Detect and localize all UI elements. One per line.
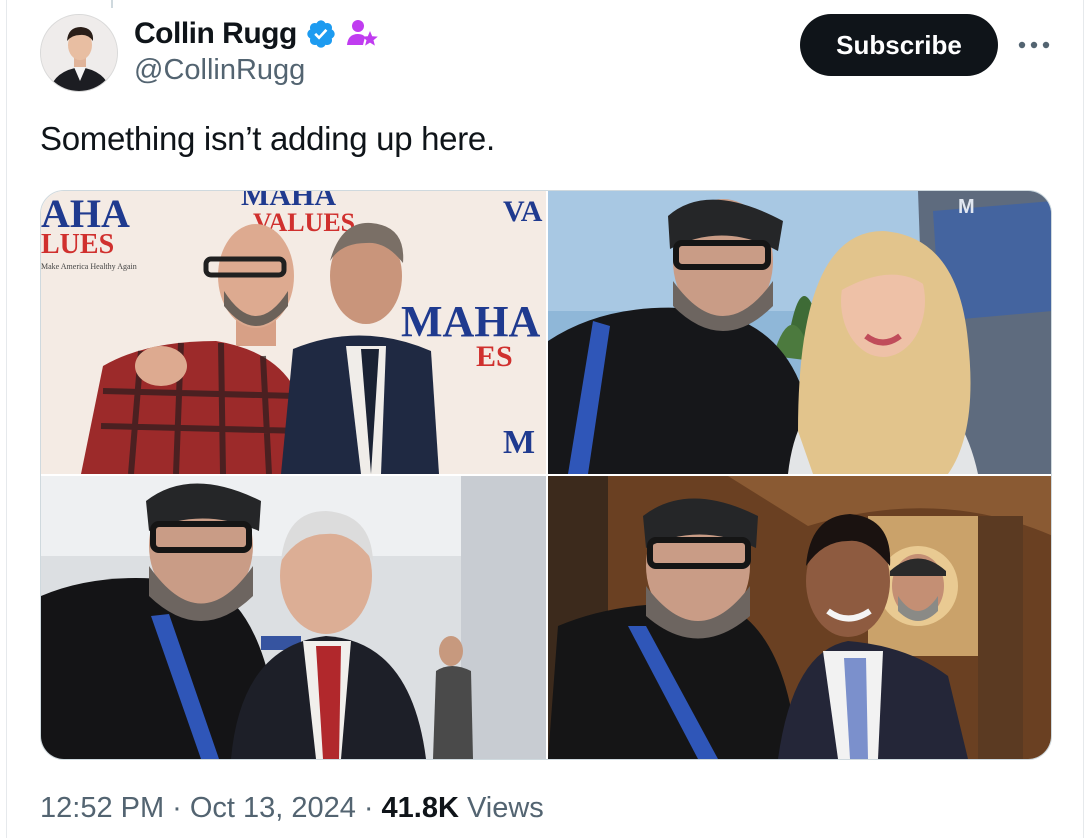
tweet-meta: 12:52 PM · Oct 13, 2024 · 41.8K Views [40,792,544,825]
more-horizontal-icon[interactable] [1014,28,1054,62]
avatar[interactable] [40,14,118,92]
tweet-time[interactable]: 12:52 PM [40,792,164,825]
tweet-text: Something isn’t adding up here. [40,120,495,157]
author-display-name[interactable]: Collin Rugg [134,17,297,51]
avatar-image [41,15,117,91]
backdrop-text-es: ES [476,340,513,373]
photo-maha-event[interactable]: AHA LUES Make America Healthy Again MAHA… [41,191,546,474]
views-label[interactable]: Views [467,792,544,825]
views-count[interactable]: 41.8K [382,792,459,825]
backdrop-text-lues: LUES [41,229,114,260]
photo-selfie-blonde-woman[interactable]: M [548,191,1051,474]
meta-separator: · [172,792,182,824]
subscribe-button[interactable]: Subscribe [800,14,998,76]
backdrop-text-maha: MAHA [401,297,541,346]
media-grid: AHA LUES Make America Healthy Again MAHA… [40,190,1052,760]
author-name-row: Collin Rugg [134,14,379,54]
thread-line [111,0,113,8]
backdrop-text-va: VA [503,195,543,228]
backdrop-text-m2: M [958,196,975,218]
backdrop-text-tagline: Make America Healthy Again [41,262,137,271]
author-handle[interactable]: @CollinRugg [134,54,305,87]
tweet-date[interactable]: Oct 13, 2024 [190,792,356,825]
photo-selfie-man-blue-tie[interactable] [548,476,1051,759]
photo-selfie-older-man[interactable] [41,476,546,759]
verified-badge-icon[interactable] [305,18,337,50]
backdrop-text-m: M [503,424,535,461]
subscriber-star-icon[interactable] [345,17,379,51]
meta-separator: · [363,792,374,824]
